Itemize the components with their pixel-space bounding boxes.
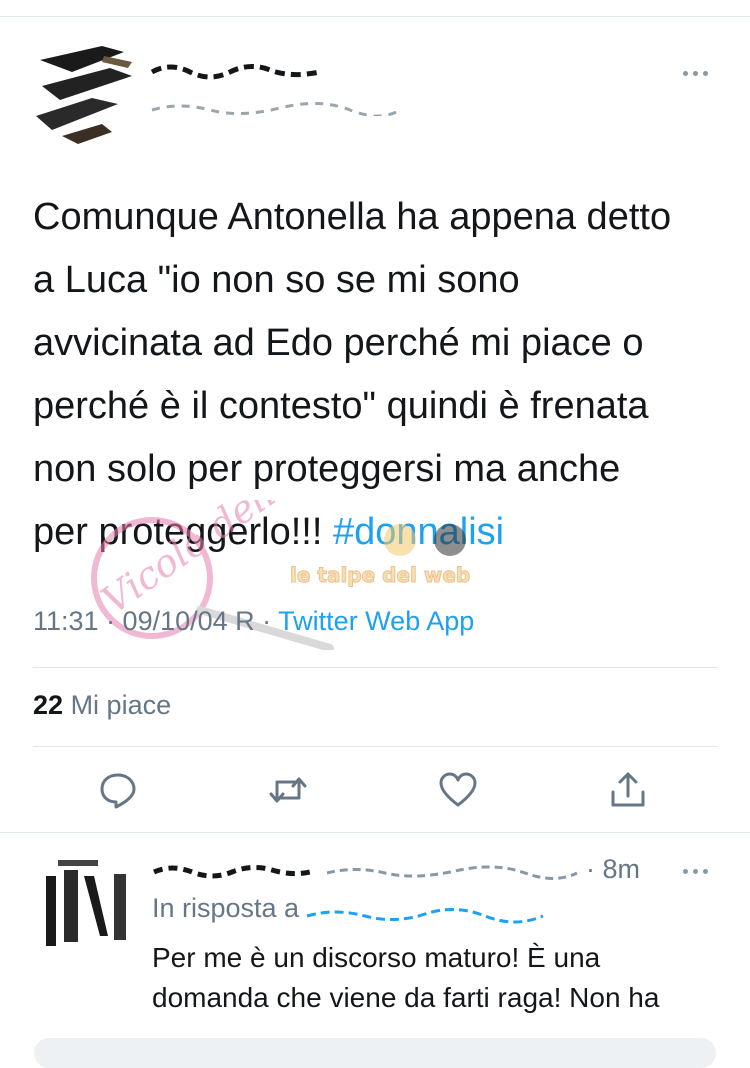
tweet-line: perché è il contesto" quindi è frenata <box>33 385 649 427</box>
reply-handle-obscured <box>325 862 580 880</box>
hashtag-link[interactable]: #donnalisi <box>333 511 504 553</box>
dot-icon <box>683 868 688 874</box>
reply-mention-obscured[interactable] <box>305 900 545 924</box>
tweet-line: a Luca "io non so se mi sono <box>33 259 520 301</box>
avatar[interactable] <box>32 38 142 146</box>
reply-more-options-icon[interactable] <box>683 864 717 878</box>
share-icon[interactable] <box>608 770 648 810</box>
reply-text: Per me è un discorso maturo! È una doman… <box>152 942 660 1013</box>
section-divider <box>0 832 750 833</box>
reply-icon[interactable] <box>98 770 138 810</box>
tweet-line: avvicinata ad Edo perché mi piace o <box>33 322 644 364</box>
tweet-line: non solo per proteggersi ma anche <box>33 448 621 490</box>
likes-count: 22 <box>33 690 64 720</box>
author-handle-obscured <box>150 98 405 118</box>
tweet-line: Comunque Antonella ha appena detto <box>33 196 672 238</box>
reply-time: · 8m <box>586 854 640 884</box>
divider <box>33 746 718 747</box>
in-reply-label: In risposta a <box>152 893 300 923</box>
tweet-line: per proteggerlo!!! <box>33 511 333 553</box>
reply-author-name-obscured <box>152 860 312 880</box>
dot-icon <box>693 868 698 874</box>
likes-label: Mi piace <box>70 690 172 720</box>
likes-row[interactable]: 22 Mi piace <box>33 690 171 721</box>
tweet-meta: 11:31 · 09/10/04 R · Twitter Web App <box>33 606 474 637</box>
author-name-obscured <box>150 58 325 80</box>
watermark-right-text: le talpe del web <box>290 563 470 587</box>
more-options-icon[interactable] <box>683 66 717 80</box>
tweet-time: 11:31 · 09/10/04 R <box>33 606 255 636</box>
reply-composer-bar[interactable] <box>34 1038 716 1068</box>
retweet-icon[interactable] <box>268 770 308 810</box>
tweet-source-link[interactable]: Twitter Web App <box>278 606 474 636</box>
top-divider <box>0 16 750 17</box>
meta-separator: · <box>254 606 279 636</box>
reply-avatar[interactable] <box>38 856 134 952</box>
tweet-text: Comunque Antonella ha appena detto a Luc… <box>33 186 733 564</box>
in-reply-to: In risposta a <box>152 893 545 924</box>
dot-icon <box>703 70 708 76</box>
dot-icon <box>683 70 688 76</box>
dot-icon <box>703 868 708 874</box>
divider <box>33 667 718 668</box>
dot-icon <box>693 70 698 76</box>
like-icon[interactable] <box>438 770 478 810</box>
